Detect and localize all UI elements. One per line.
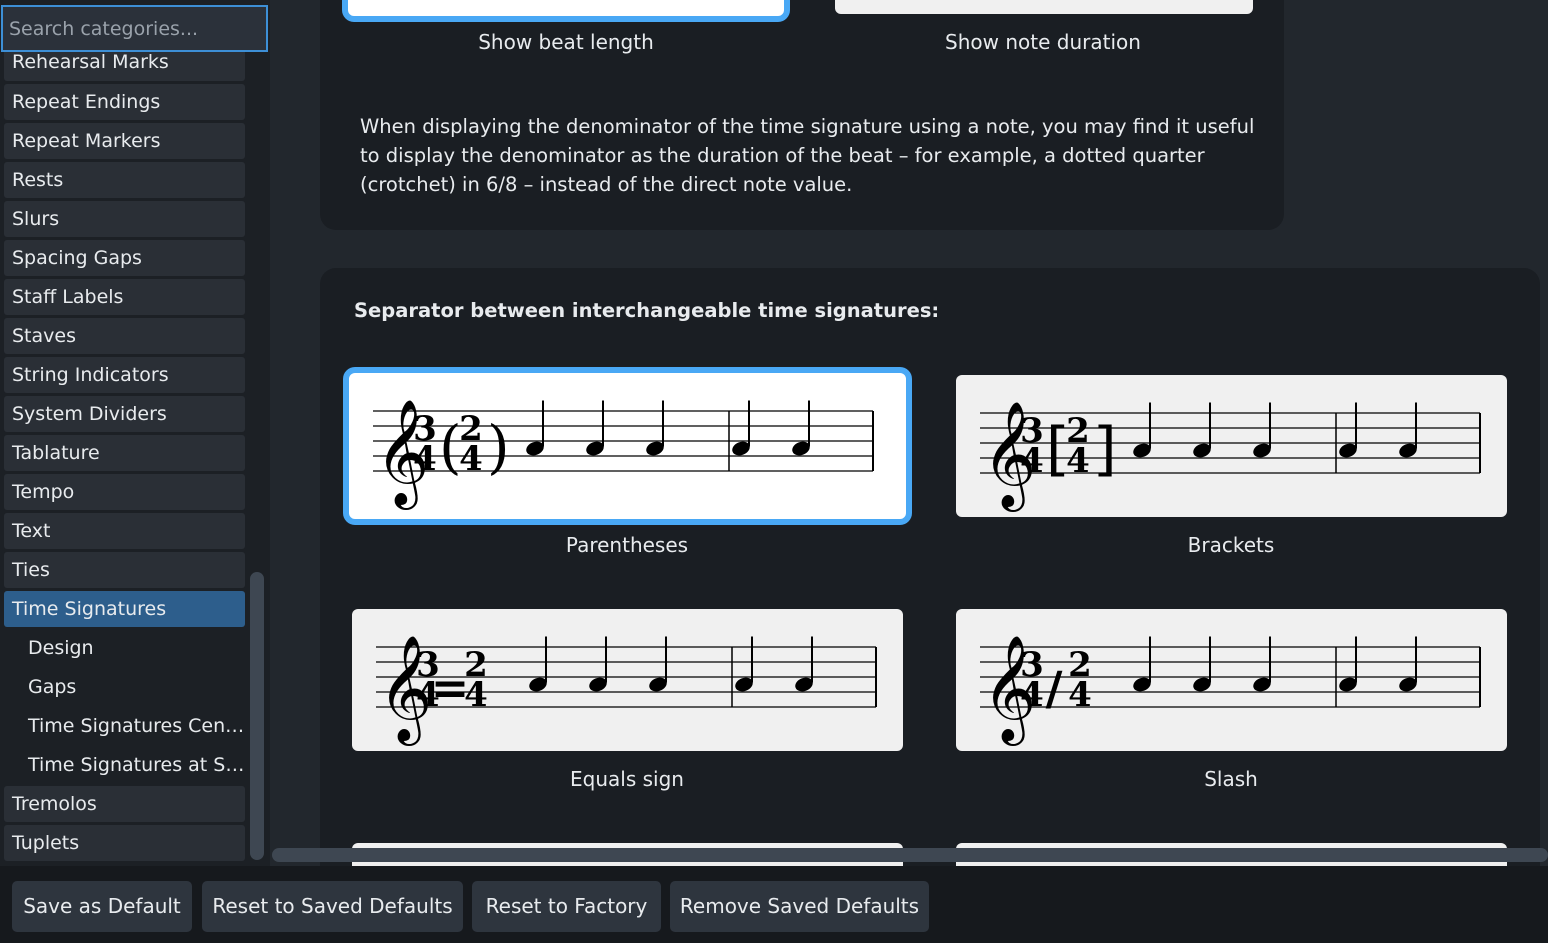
parentheses-notation-preview: 𝄞34 (24) — [373, 398, 874, 510]
category-item-rehearsal-marks[interactable]: Rehearsal Marks — [4, 48, 245, 81]
subcategory-item-time-signatures-at-system[interactable]: Time Signatures at Syste... — [4, 747, 250, 783]
category-item-time-signatures[interactable]: Time Signatures — [4, 591, 245, 627]
brackets-caption: Brackets — [1187, 533, 1275, 557]
category-sidebar: Rehearsal Marks Repeat Endings Repeat Ma… — [0, 0, 270, 866]
subcategory-item-time-signatures-centered[interactable]: Time Signatures Centered — [4, 708, 250, 744]
remove-saved-defaults-button[interactable]: Remove Saved Defaults — [670, 881, 929, 932]
show-beat-length-caption: Show beat length — [478, 30, 654, 54]
show-note-duration-caption: Show note duration — [945, 30, 1141, 54]
category-item-staves[interactable]: Staves — [4, 318, 245, 354]
slash-caption: Slash — [1204, 767, 1258, 791]
category-item-staff-labels[interactable]: Staff Labels — [4, 279, 245, 315]
time-signature-a-denominator: 4 — [1020, 675, 1044, 715]
time-signature-b-denominator: 4 — [459, 439, 483, 479]
separator-mid-glyph: / — [1046, 661, 1063, 715]
option-slash-tile[interactable]: 𝄞 3 4/2 4 — [956, 609, 1507, 751]
horizontal-scrollbar[interactable] — [272, 848, 1548, 862]
category-item-tremolos[interactable]: Tremolos — [4, 786, 245, 822]
separator-right-glyph: ) — [487, 413, 510, 481]
option-show-note-duration-tile[interactable] — [835, 0, 1253, 14]
category-item-tablature[interactable]: Tablature — [4, 435, 245, 471]
sidebar-scrollbar[interactable] — [250, 572, 264, 860]
beat-display-description: When displaying the denominator of the t… — [360, 115, 1255, 196]
category-item-system-dividers[interactable]: System Dividers — [4, 396, 245, 432]
category-item-rests[interactable]: Rests — [4, 162, 245, 198]
equals-sign-notation-preview: 𝄞34=24 — [376, 634, 877, 746]
category-item-ties[interactable]: Ties — [4, 552, 245, 588]
category-item-slurs[interactable]: Slurs — [4, 201, 245, 237]
time-signature-b-denominator: 4 — [464, 675, 488, 715]
option-equals-sign-tile[interactable]: 𝄞 3 4 = 2 4 — [352, 609, 903, 751]
equals-sign-caption: Equals sign — [570, 767, 684, 791]
category-item-tempo[interactable]: Tempo — [4, 474, 245, 510]
option-parentheses-tile[interactable]: 𝄞 3 4(2 4) — [343, 367, 912, 525]
time-signature-b-denominator: 4 — [1066, 441, 1090, 481]
time-signature-a-denominator: 4 — [1020, 441, 1044, 481]
category-item-tuplets[interactable]: Tuplets — [4, 825, 245, 861]
time-signature-b-denominator: 4 — [1068, 675, 1092, 715]
slash-notation-preview: 𝄞34/24 — [980, 634, 1481, 746]
separator-heading: Separator between interchangeable time s… — [354, 299, 940, 322]
category-item-string-indicators[interactable]: String Indicators — [4, 357, 245, 393]
category-item-repeat-endings[interactable]: Repeat Endings — [4, 84, 245, 120]
save-as-default-button[interactable]: Save as Default — [12, 881, 192, 932]
category-list: Rehearsal Marks Repeat Endings Repeat Ma… — [4, 48, 250, 864]
separator-right-glyph: ] — [1094, 415, 1117, 483]
footer-bar: Save as Default Reset to Saved Defaults … — [0, 866, 1548, 943]
parentheses-caption: Parentheses — [565, 533, 689, 557]
category-item-text[interactable]: Text — [4, 513, 245, 549]
subcategory-item-design[interactable]: Design — [4, 630, 250, 666]
option-brackets-tile[interactable]: 𝄞 3 4[2 4] — [956, 375, 1507, 517]
option-show-beat-length-tile[interactable] — [342, 0, 790, 22]
category-item-repeat-markers[interactable]: Repeat Markers — [4, 123, 245, 159]
settings-content: Show beat length Show note duration When… — [270, 0, 1548, 866]
reset-to-saved-defaults-button[interactable]: Reset to Saved Defaults — [202, 881, 463, 932]
category-search-input[interactable] — [1, 5, 268, 52]
subcategory-item-gaps[interactable]: Gaps — [4, 669, 250, 705]
brackets-notation-preview: 𝄞34 [24] — [980, 400, 1481, 512]
reset-to-factory-button[interactable]: Reset to Factory — [472, 881, 661, 932]
category-item-spacing-gaps[interactable]: Spacing Gaps — [4, 240, 245, 276]
time-signature-a-denominator: 4 — [413, 439, 437, 479]
